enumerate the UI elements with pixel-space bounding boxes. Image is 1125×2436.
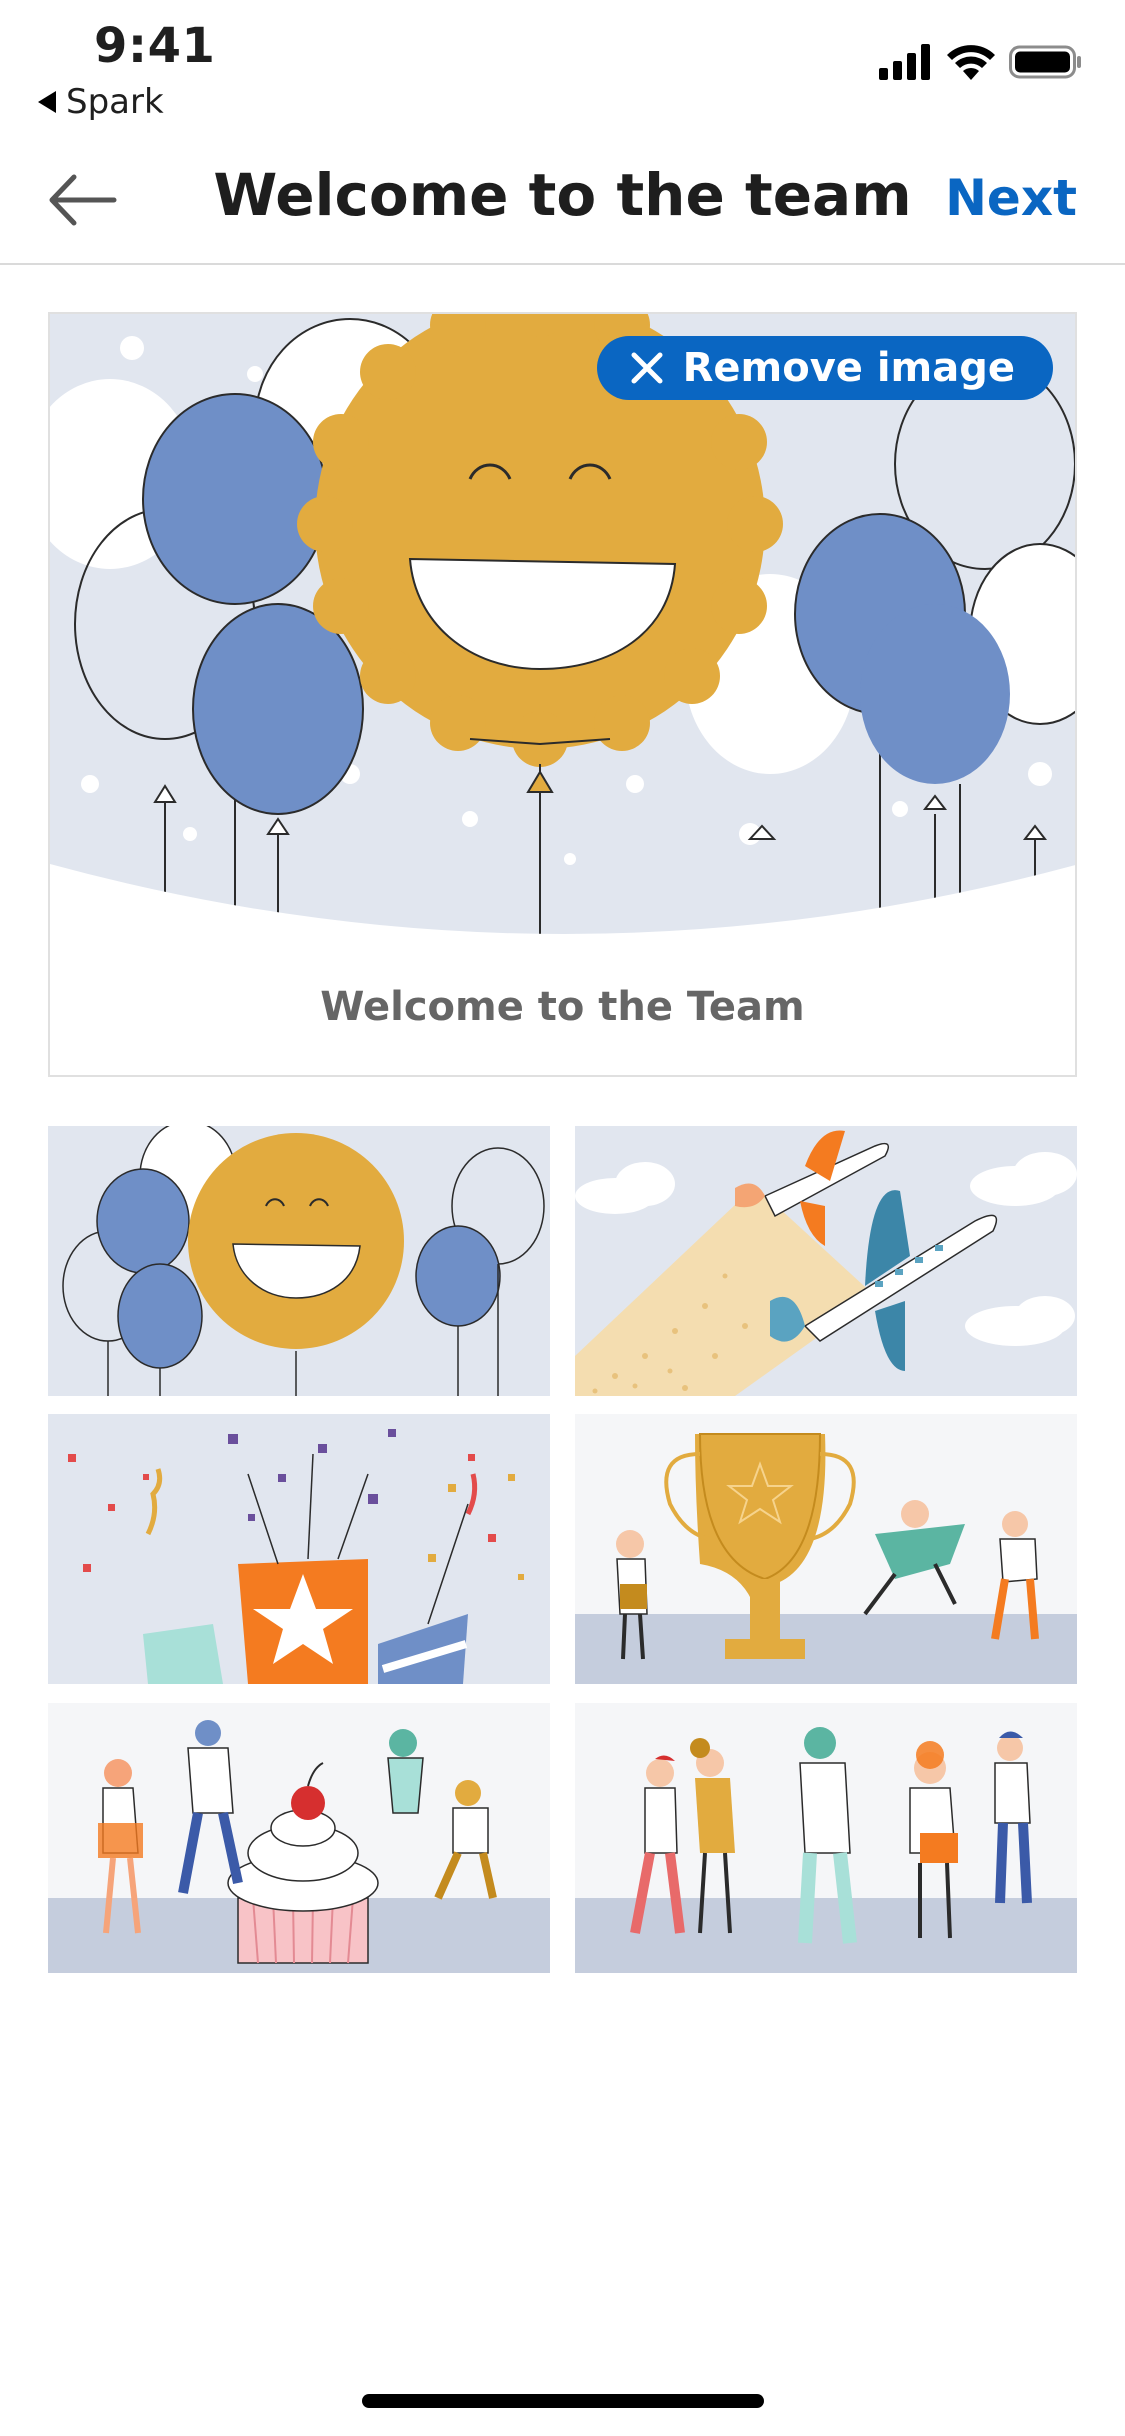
back-triangle-icon: [38, 91, 56, 113]
remove-image-button[interactable]: Remove image: [596, 336, 1053, 400]
selected-image-preview: Remove image Welcome to the Team: [48, 312, 1077, 1077]
thumbnail-trophy[interactable]: [575, 1414, 1077, 1684]
return-app-label: Spark: [66, 82, 164, 122]
nav-bar: Welcome to the team Next: [0, 135, 1125, 265]
thumbnail-confetti-poppers[interactable]: [48, 1414, 550, 1684]
signal-icon: [879, 44, 930, 80]
next-button[interactable]: Next: [945, 169, 1077, 227]
team-greeting-thumbnail-image: [575, 1703, 1077, 1973]
thumbnail-cupcake[interactable]: [48, 1703, 550, 1973]
airplanes-thumbnail-image: [575, 1126, 1077, 1396]
status-icons: [879, 44, 1083, 80]
cupcake-thumbnail-image: [48, 1703, 550, 1973]
home-indicator: [362, 2394, 764, 2408]
thumbnail-team-greeting[interactable]: [575, 1703, 1077, 1973]
status-bar: 9:41 Spark: [0, 0, 1125, 135]
balloons-smiley-illustration: [50, 314, 1075, 934]
thumbnail-airplanes[interactable]: [575, 1126, 1077, 1396]
balloons-smiley-thumbnail-image: [48, 1126, 550, 1396]
status-time: 9:41: [94, 18, 216, 74]
trophy-thumbnail-image: [575, 1414, 1077, 1684]
close-icon: [631, 352, 663, 384]
battery-icon: [1009, 45, 1081, 79]
thumbnail-balloons-smiley[interactable]: [48, 1126, 550, 1396]
return-to-app[interactable]: Spark: [38, 82, 164, 122]
remove-image-label: Remove image: [682, 345, 1015, 391]
confetti-poppers-thumbnail-image: [48, 1414, 550, 1684]
preview-caption: Welcome to the Team: [320, 984, 805, 1030]
wifi-icon: [947, 45, 995, 80]
